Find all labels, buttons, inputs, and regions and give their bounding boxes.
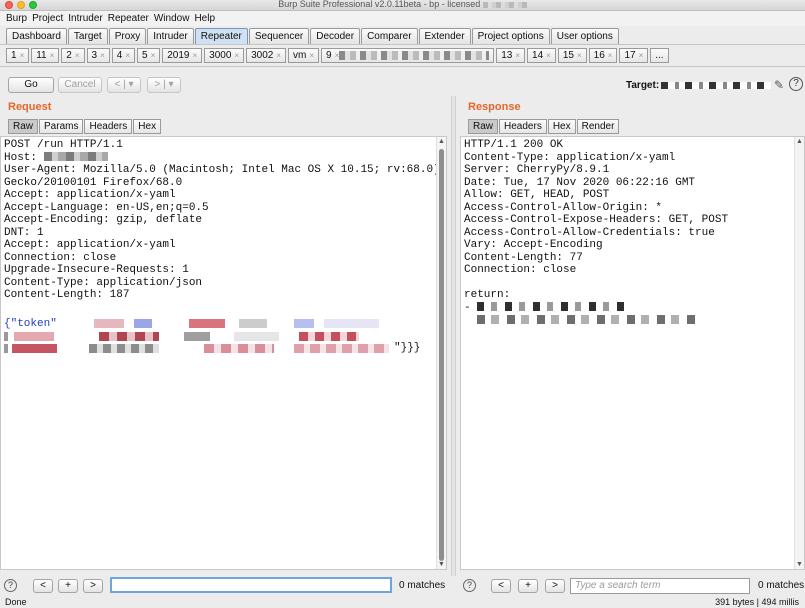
response-tab-raw[interactable]: Raw xyxy=(468,119,499,134)
repeater-tab[interactable]: 16 × xyxy=(588,48,618,63)
response-scrollbar[interactable]: ▲ ▼ xyxy=(794,137,804,569)
menu-burp[interactable]: Burp xyxy=(6,13,27,24)
repeater-tab[interactable]: 3 × xyxy=(86,48,110,63)
body-line: {"token" xyxy=(4,317,434,330)
repeater-tab[interactable]: 5 × xyxy=(137,48,161,63)
menu-repeater[interactable]: Repeater xyxy=(108,13,149,24)
response-title: Response xyxy=(468,101,521,113)
repeater-tab[interactable]: 3002 × xyxy=(246,48,286,63)
request-scrollbar[interactable]: ▲ ▼ xyxy=(436,137,446,569)
tab-dashboard[interactable]: Dashboard xyxy=(6,28,67,44)
request-title: Request xyxy=(8,101,52,113)
response-tab-hex[interactable]: Hex xyxy=(547,119,576,134)
request-search-bar: ? < + > 0 matches xyxy=(0,577,450,594)
tab-repeater[interactable]: Repeater xyxy=(194,28,248,44)
response-search-prev-button[interactable]: < xyxy=(491,579,511,593)
edit-target-icon[interactable]: ✎ xyxy=(774,78,784,92)
status-bar: Done 391 bytes | 494 millis xyxy=(0,597,805,608)
response-search-next-button[interactable]: > xyxy=(545,579,565,593)
request-tabs: Raw Params Headers Hex xyxy=(8,119,162,134)
cancel-button[interactable]: Cancel xyxy=(58,77,102,93)
body-line: "}}} xyxy=(4,342,434,355)
repeater-tab[interactable]: 15 × xyxy=(557,48,587,63)
menu-project[interactable]: Project xyxy=(32,13,63,24)
repeater-tab[interactable]: vm × xyxy=(288,48,320,63)
request-text: POST /run HTTP/1.1 Host: User-Agent: Moz… xyxy=(4,139,440,301)
forward-button[interactable]: > | ▾ xyxy=(147,77,181,93)
menu-window[interactable]: Window xyxy=(154,13,190,24)
repeater-tabs: 1 × 11 × 2 × 3 × 4 × 5 × 2019 × 3000 × 3002 × vm ×… xyxy=(6,48,671,64)
response-search-add-button[interactable]: + xyxy=(518,579,538,593)
tab-comparer[interactable]: Comparer xyxy=(361,28,418,44)
response-stats: 391 bytes | 494 millis xyxy=(715,597,799,607)
help-icon[interactable]: ? xyxy=(789,77,803,91)
response-search-input[interactable]: Type a search term xyxy=(570,578,750,594)
title-bar: Burp Suite Professional v2.0.11beta - bp… xyxy=(0,0,805,11)
back-button[interactable]: < | ▾ xyxy=(107,77,141,93)
repeater-tab-more[interactable]: ... xyxy=(650,48,669,63)
menu-bar: Burp Project Intruder Repeater Window He… xyxy=(0,11,805,26)
tabs-divider xyxy=(0,44,805,45)
repeater-tab[interactable]: 17 × xyxy=(619,48,649,63)
response-tab-render[interactable]: Render xyxy=(576,119,620,134)
request-tab-raw[interactable]: Raw xyxy=(8,119,39,134)
main-tabs: Dashboard Target Proxy Intruder Repeater… xyxy=(6,28,620,45)
request-tab-headers[interactable]: Headers xyxy=(84,119,133,134)
repeater-tab[interactable]: 3000 × xyxy=(204,48,245,63)
repeater-tab[interactable]: 11 × xyxy=(31,48,60,63)
tab-target[interactable]: Target xyxy=(67,28,108,44)
tab-decoder[interactable]: Decoder xyxy=(310,28,361,44)
subtabs-divider xyxy=(0,66,805,67)
request-search-add-button[interactable]: + xyxy=(58,579,78,593)
tab-intruder[interactable]: Intruder xyxy=(147,28,194,44)
target-host: Target: xyxy=(626,80,772,91)
repeater-tab[interactable]: 4 × xyxy=(111,48,135,63)
response-tab-headers[interactable]: Headers xyxy=(499,119,547,134)
request-search-help-icon[interactable]: ? xyxy=(4,579,17,592)
response-search-matches: 0 matches xyxy=(758,580,805,591)
request-body: {"token" "}}} xyxy=(4,317,434,357)
repeater-tab[interactable]: 14 × xyxy=(527,48,556,63)
status-text: Done xyxy=(5,597,27,607)
request-editor[interactable]: POST /run HTTP/1.1 Host: User-Agent: Moz… xyxy=(0,136,447,570)
repeater-tab[interactable]: 9 × xyxy=(321,48,495,63)
tab-project-options[interactable]: Project options xyxy=(471,28,550,44)
request-search-matches: 0 matches xyxy=(399,580,446,591)
window-title: Burp Suite Professional v2.0.11beta - bp… xyxy=(0,0,805,9)
tab-extender[interactable]: Extender xyxy=(418,28,471,44)
menu-intruder[interactable]: Intruder xyxy=(68,13,102,24)
body-line xyxy=(4,330,434,343)
pane-splitter[interactable] xyxy=(451,96,456,576)
request-search-next-button[interactable]: > xyxy=(83,579,103,593)
go-button[interactable]: Go xyxy=(8,77,54,93)
request-search-prev-button[interactable]: < xyxy=(33,579,53,593)
repeater-tab[interactable]: 2 × xyxy=(61,48,85,63)
tab-proxy[interactable]: Proxy xyxy=(108,28,147,44)
repeater-tab[interactable]: 2019 × xyxy=(162,48,203,63)
response-tabs: Raw Headers Hex Render xyxy=(468,119,620,134)
repeater-tab[interactable]: 13 × xyxy=(496,48,526,63)
menu-help[interactable]: Help xyxy=(194,13,215,24)
repeater-tab[interactable]: 1 × xyxy=(6,48,30,63)
tab-sequencer[interactable]: Sequencer xyxy=(248,28,310,44)
response-text: HTTP/1.1 200 OK Content-Type: applicatio… xyxy=(461,137,804,329)
request-tab-hex[interactable]: Hex xyxy=(133,119,162,134)
response-editor[interactable]: HTTP/1.1 200 OK Content-Type: applicatio… xyxy=(460,136,805,570)
request-tab-params[interactable]: Params xyxy=(39,119,84,134)
request-search-input[interactable] xyxy=(110,577,392,593)
response-search-help-icon[interactable]: ? xyxy=(463,579,476,592)
tab-user-options[interactable]: User options xyxy=(550,28,619,44)
response-search-bar: ? < + > Type a search term 0 matches xyxy=(458,577,805,594)
